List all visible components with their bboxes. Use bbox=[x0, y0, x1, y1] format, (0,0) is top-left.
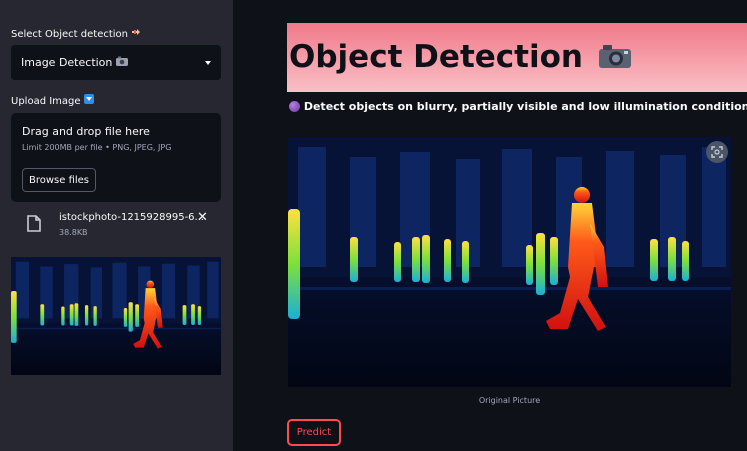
file-icon bbox=[27, 215, 41, 236]
upload-image-label: Upload Image bbox=[11, 94, 94, 107]
file-size: 38.8KB bbox=[59, 228, 88, 237]
browse-files-button[interactable]: Browse files bbox=[22, 168, 96, 192]
select-detection-label: Select Object detection bbox=[11, 27, 141, 40]
fullscreen-button[interactable] bbox=[706, 141, 728, 163]
sidebar: Select Object detection Image Detection … bbox=[0, 0, 233, 451]
close-icon[interactable]: ✕ bbox=[197, 210, 208, 225]
dropzone-title: Drag and drop file here bbox=[22, 125, 150, 138]
uploaded-image-thumbnail bbox=[11, 257, 221, 375]
detection-type-value: Image Detection bbox=[21, 56, 113, 69]
page-title-text: Object Detection bbox=[289, 39, 583, 75]
detection-type-select[interactable]: Image Detection bbox=[11, 45, 221, 80]
pointing-hand-icon bbox=[131, 29, 141, 40]
down-arrow-icon bbox=[83, 94, 94, 107]
purple-circle-icon bbox=[289, 101, 300, 112]
fullscreen-icon bbox=[711, 146, 723, 158]
page-subtitle: Detect objects on blurry, partially visi… bbox=[289, 100, 747, 113]
uploaded-file: istockphoto-1215928995-6... 38.8KB ✕ bbox=[11, 208, 221, 244]
select-detection-label-text: Select Object detection bbox=[11, 29, 129, 40]
page-title: Object Detection bbox=[289, 39, 632, 77]
chevron-down-icon[interactable] bbox=[205, 60, 211, 65]
file-name: istockphoto-1215928995-6... bbox=[59, 212, 205, 223]
dropzone-limit: Limit 200MB per file • PNG, JPEG, JPG bbox=[22, 143, 172, 152]
camera-icon bbox=[116, 56, 129, 69]
upload-image-label-text: Upload Image bbox=[11, 96, 81, 107]
file-dropzone[interactable]: Drag and drop file here Limit 200MB per … bbox=[11, 113, 221, 202]
page-subtitle-text: Detect objects on blurry, partially visi… bbox=[303, 100, 747, 113]
camera-icon bbox=[598, 41, 632, 77]
image-caption: Original Picture bbox=[478, 396, 541, 405]
original-picture bbox=[288, 137, 731, 387]
predict-button[interactable]: Predict bbox=[287, 419, 341, 446]
title-banner: Object Detection bbox=[287, 23, 747, 92]
